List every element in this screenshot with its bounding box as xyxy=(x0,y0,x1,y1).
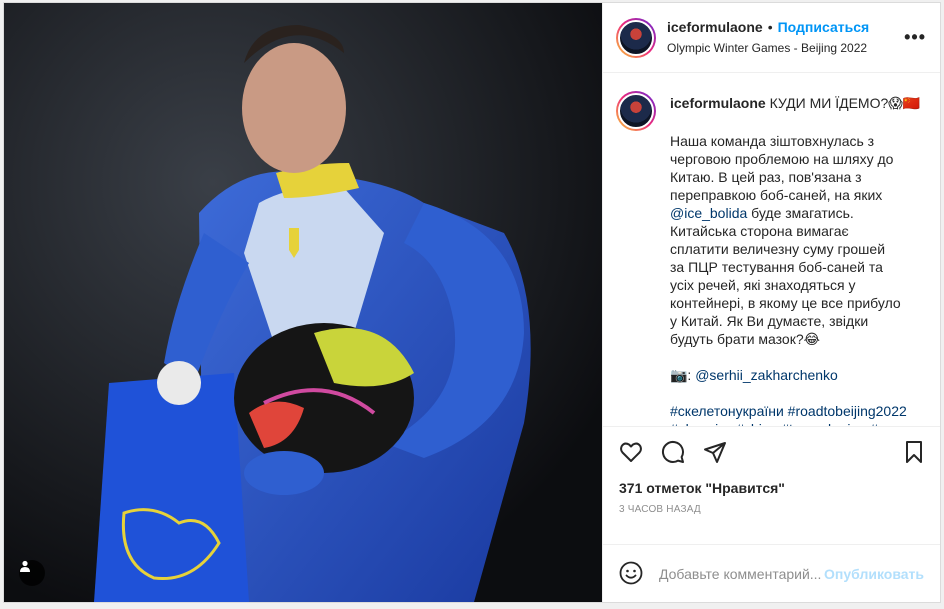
follow-button[interactable]: Подписаться xyxy=(778,19,870,35)
post-sidebar: iceformulaone • Подписаться Olympic Winter… xyxy=(602,3,940,602)
header-separator: • xyxy=(767,19,773,36)
post-timestamp[interactable]: 3 часов назад xyxy=(603,500,940,528)
post-header: iceformulaone • Подписаться Olympic Winter… xyxy=(603,3,940,73)
post-modal: iceformulaone • Подписаться Olympic Winter… xyxy=(3,2,941,603)
share-icon[interactable] xyxy=(703,440,729,466)
post-location[interactable]: Olympic Winter Games - Beijing 2022 xyxy=(667,41,904,57)
caption-text-part1: Наша команда зіштовхнулась з черговою пр… xyxy=(670,133,894,203)
athlete-photo-illustration xyxy=(4,3,602,602)
caption-username[interactable]: iceformulaone xyxy=(670,95,766,111)
header-text: iceformulaone • Подписаться Olympic Winter… xyxy=(667,18,904,56)
hashtags[interactable]: #скелетонукраїни #roadtobeijing2022 #oly… xyxy=(670,402,926,426)
publish-button[interactable]: Опубликовать xyxy=(824,566,924,582)
more-icon[interactable]: ••• xyxy=(904,27,926,48)
caption-text-part2: буде змагатись. Китайська сторона вимага… xyxy=(670,205,901,347)
caption-avatar[interactable] xyxy=(616,91,656,131)
emoji-icon[interactable] xyxy=(619,561,645,587)
bookmark-icon[interactable] xyxy=(902,440,928,466)
caption: iceformulaone КУДИ МИ ЇДЕМО?😱🇨🇳 Наша ком… xyxy=(616,91,926,426)
caption-area: iceformulaone КУДИ МИ ЇДЕМО?😱🇨🇳 Наша ком… xyxy=(603,73,940,426)
comment-box: Добавьте комментарий... Опубликовать xyxy=(603,544,940,602)
avatar[interactable] xyxy=(616,17,656,58)
heart-icon[interactable] xyxy=(619,440,645,466)
user-tag-icon[interactable] xyxy=(19,560,45,586)
credit-mention-link[interactable]: @serhii_zakharchenko xyxy=(695,367,838,383)
caption-body: iceformulaone КУДИ МИ ЇДЕМО?😱🇨🇳 Наша ком… xyxy=(670,91,926,426)
header-username[interactable]: iceformulaone xyxy=(667,19,763,35)
post-photo[interactable] xyxy=(4,3,602,602)
photo-credit: 📷: @serhii_zakharchenko xyxy=(670,366,926,384)
mention-link[interactable]: @ice_bolida xyxy=(670,205,747,221)
comment-input[interactable]: Добавьте комментарий... xyxy=(659,566,824,582)
caption-text: Наша команда зіштовхнулась з черговою пр… xyxy=(670,132,902,348)
comment-icon[interactable] xyxy=(661,440,687,466)
credit-prefix: 📷: xyxy=(670,367,696,383)
likes-count[interactable]: 371 отметок "Нравится" xyxy=(603,478,940,500)
action-bar xyxy=(603,426,940,478)
caption-title: КУДИ МИ ЇДЕМО?😱🇨🇳 xyxy=(769,95,921,111)
